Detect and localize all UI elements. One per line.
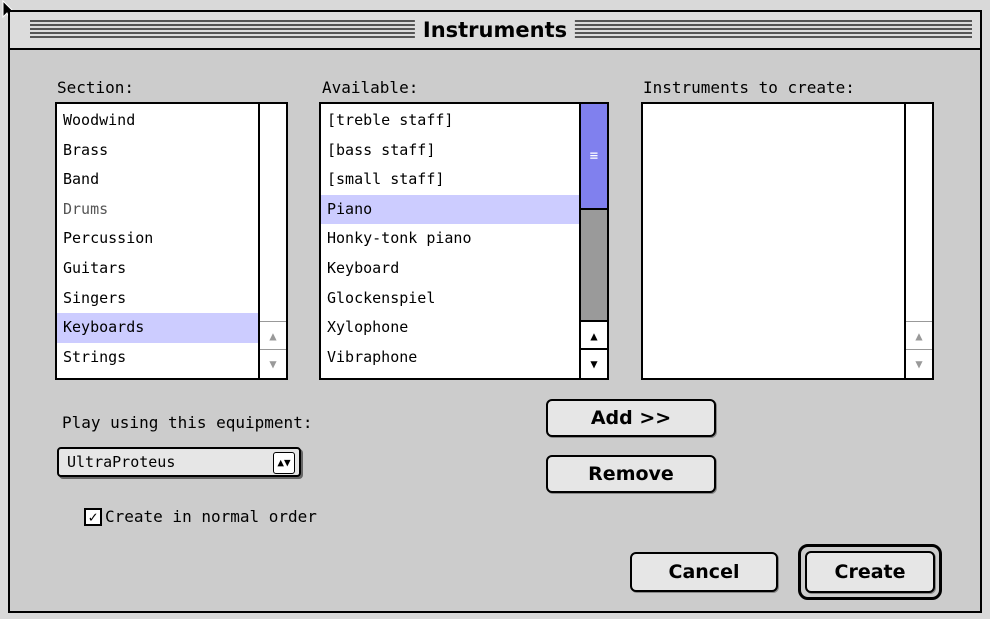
- checkmark-icon: ✓: [88, 508, 98, 526]
- equipment-label: Play using this equipment:: [62, 413, 313, 432]
- window-title: Instruments: [414, 16, 576, 44]
- section-list[interactable]: Woodwind Brass Band Drums Percussion Guitars S…: [55, 102, 288, 380]
- equipment-value: UltraProteus: [67, 453, 176, 471]
- create-normal-order-checkbox[interactable]: ✓: [84, 508, 102, 526]
- list-item[interactable]: [bass staff]: [321, 136, 579, 166]
- section-scrollbar[interactable]: ▲ ▼: [258, 104, 286, 378]
- list-item[interactable]: [small staff]: [321, 165, 579, 195]
- to-create-list-items: [643, 106, 904, 378]
- section-label: Section:: [57, 78, 135, 97]
- list-item[interactable]: Glockenspiel: [321, 284, 579, 314]
- cancel-button[interactable]: Cancel: [630, 552, 778, 592]
- list-item[interactable]: Vibraphone: [321, 343, 579, 373]
- list-item[interactable]: Strings: [57, 343, 258, 373]
- to-create-list[interactable]: ▲ ▼: [641, 102, 934, 380]
- popup-updown-arrow-icon: ▲▼: [273, 452, 295, 474]
- add-button[interactable]: Add >>: [546, 399, 716, 437]
- available-list[interactable]: [treble staff] [bass staff] [small staff] P…: [319, 102, 609, 380]
- list-item[interactable]: Keyboards: [57, 313, 258, 343]
- list-item[interactable]: Drums: [57, 195, 258, 225]
- remove-button[interactable]: Remove: [546, 455, 716, 493]
- create-button[interactable]: Create: [805, 551, 935, 593]
- list-item[interactable]: Woodwind: [57, 106, 258, 136]
- available-label: Available:: [322, 78, 419, 97]
- section-list-items: Woodwind Brass Band Drums Percussion Guitars S…: [57, 106, 258, 378]
- available-scrollbar[interactable]: ≡ ▲ ▼: [579, 104, 607, 378]
- list-item[interactable]: Percussion: [57, 224, 258, 254]
- instruments-dialog: Instruments Section: Woodwind Brass Band Dr…: [8, 10, 982, 613]
- title-bar[interactable]: Instruments: [10, 12, 980, 50]
- list-item[interactable]: Honky-tonk piano: [321, 224, 579, 254]
- available-list-items: [treble staff] [bass staff] [small staff] P…: [321, 106, 579, 378]
- scroll-down-arrow-icon[interactable]: ▼: [260, 349, 286, 378]
- scroll-down-arrow-icon[interactable]: ▼: [906, 349, 932, 378]
- list-item[interactable]: Xylophone: [321, 313, 579, 343]
- list-item[interactable]: [treble staff]: [321, 106, 579, 136]
- scroll-down-arrow-icon[interactable]: ▼: [581, 348, 607, 378]
- to-create-label: Instruments to create:: [643, 78, 855, 97]
- list-item[interactable]: Keyboard: [321, 254, 579, 284]
- scroll-up-arrow-icon[interactable]: ▲: [906, 321, 932, 350]
- list-item[interactable]: Guitars: [57, 254, 258, 284]
- create-normal-order-label[interactable]: Create in normal order: [105, 507, 317, 527]
- to-create-scrollbar[interactable]: ▲ ▼: [904, 104, 932, 378]
- list-item[interactable]: Singers: [57, 284, 258, 314]
- scroll-thumb[interactable]: ≡: [581, 104, 607, 210]
- list-item[interactable]: Brass: [57, 136, 258, 166]
- scroll-up-arrow-icon[interactable]: ▲: [581, 320, 607, 350]
- list-item[interactable]: Piano: [321, 194, 579, 225]
- equipment-popup[interactable]: UltraProteus ▲▼: [57, 447, 301, 477]
- list-item[interactable]: Band: [57, 165, 258, 195]
- scroll-up-arrow-icon[interactable]: ▲: [260, 321, 286, 350]
